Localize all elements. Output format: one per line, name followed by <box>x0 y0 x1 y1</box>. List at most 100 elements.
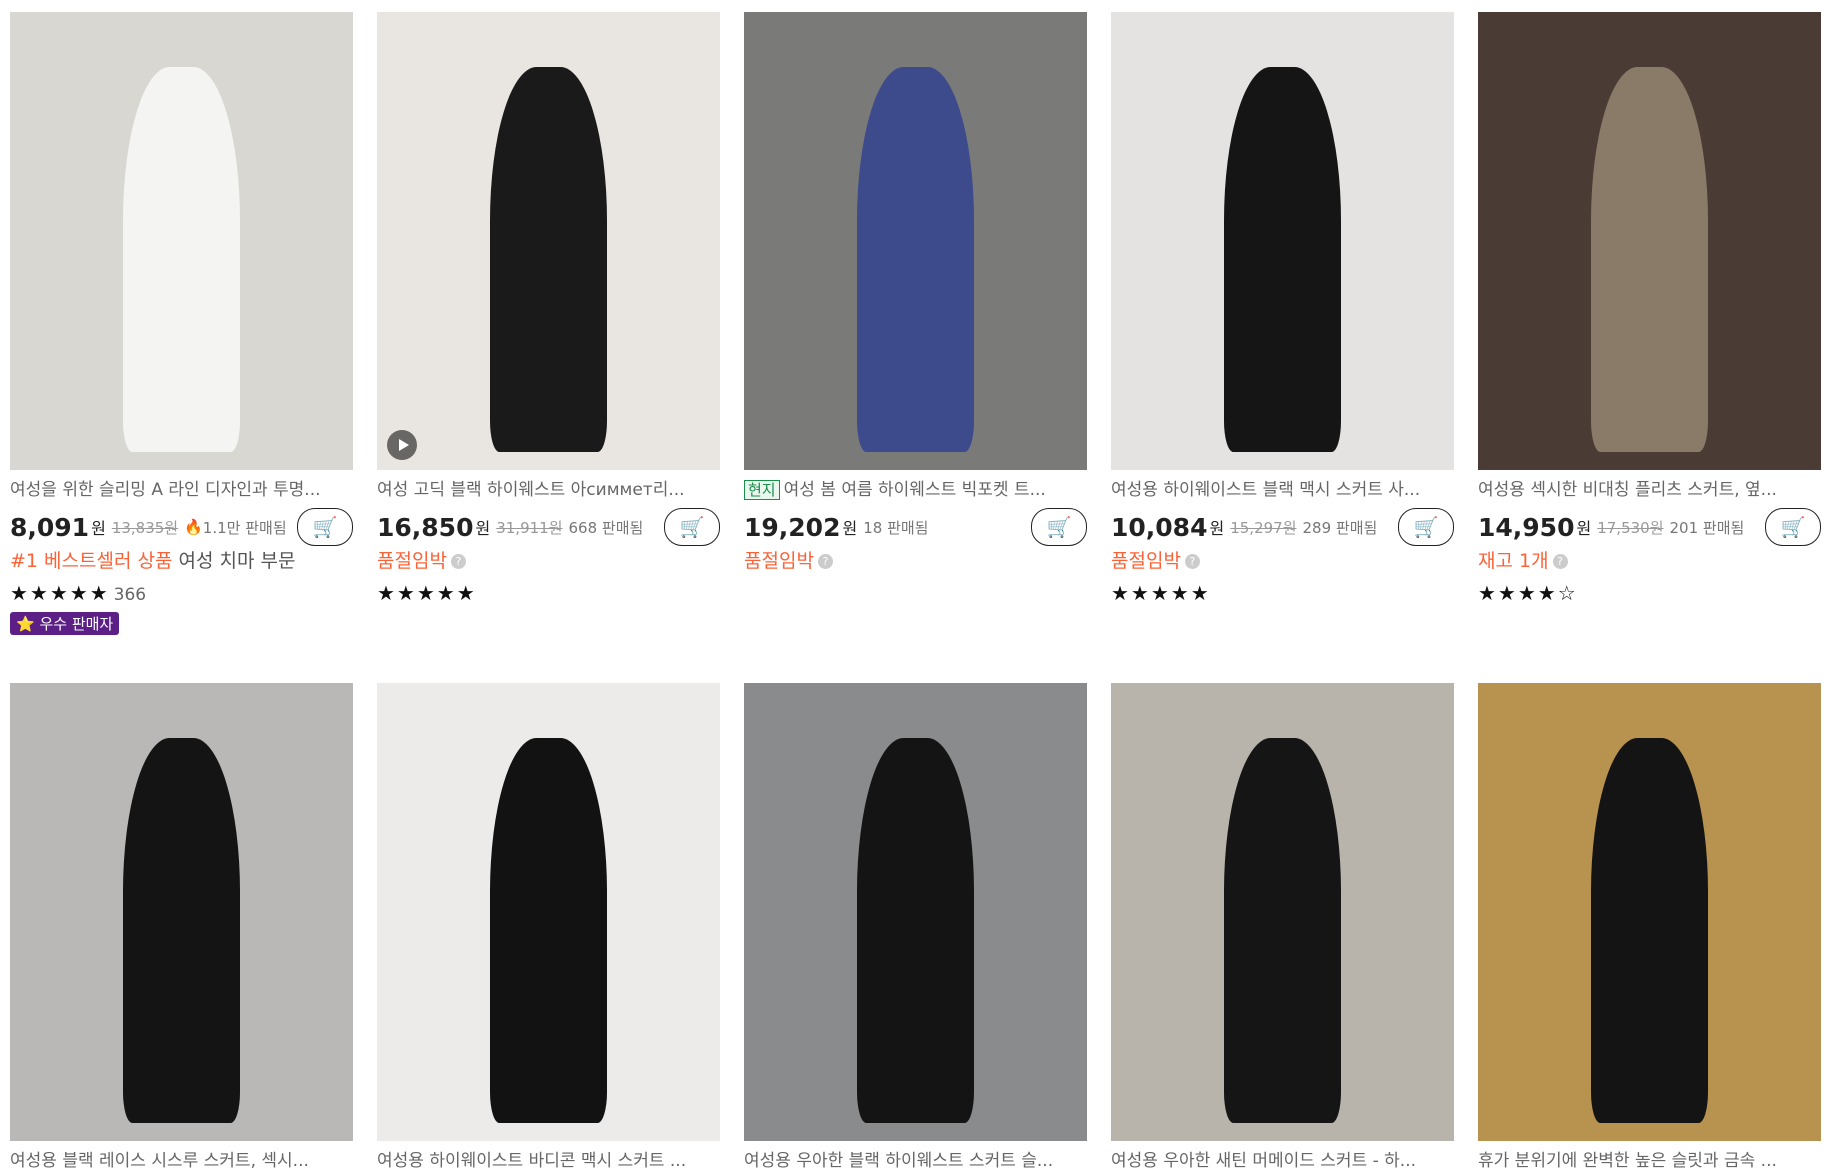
product-title[interactable]: 여성 고딕 블랙 하이웨스트 아симмет리... <box>377 478 720 502</box>
model-figure <box>123 737 240 1123</box>
add-to-cart-button[interactable]: 🛒 <box>297 508 353 546</box>
stars-icon: ★★★★★ <box>1111 581 1211 605</box>
badge-highlight: #1 베스트셀러 상품 <box>10 550 173 572</box>
model-figure <box>1591 737 1708 1123</box>
product-image[interactable] <box>744 12 1087 470</box>
original-price: 13,835원 <box>111 518 179 537</box>
local-tag: 현지 <box>744 480 780 500</box>
product-title-text: 여성을 위한 슬리밍 A 라인 디자인과 투명... <box>10 480 321 500</box>
cart-plus-icon: 🛒 <box>312 515 338 539</box>
product-title-text: 여성용 섹시한 비대칭 플리츠 스커트, 옆... <box>1478 480 1777 500</box>
original-price: 17,530원 <box>1597 518 1664 537</box>
product-card[interactable]: 휴가 분위기에 완벽한 높은 슬릿과 금속 ... <box>1478 683 1821 1173</box>
product-title-text: 여성 봄 여름 하이웨스트 빅포켓 트... <box>783 480 1046 500</box>
product-badge: 재고 1개? <box>1478 548 1821 574</box>
sold-count: 289 판매됨 <box>1302 518 1378 537</box>
stars-icon: ★★★★☆ <box>1478 581 1578 605</box>
model-figure <box>490 737 607 1123</box>
stars-icon: ★★★★★ <box>10 581 110 605</box>
product-card[interactable]: 여성용 우아한 새틴 머메이드 스커트 - 하... <box>1111 683 1454 1173</box>
star-rating: ★★★★★ 366 <box>10 580 353 606</box>
price: 14,950 <box>1478 512 1575 542</box>
product-title[interactable]: 여성용 하이웨이스트 블랙 맥시 스커트 사... <box>1111 478 1454 502</box>
product-title-text: 여성 고딕 블랙 하이웨스트 아симмет리... <box>377 480 685 500</box>
stars-icon: ★★★★★ <box>377 581 477 605</box>
help-icon[interactable]: ? <box>450 554 466 569</box>
price-row: 19,202 원 18 판매됨 🛒 <box>744 508 1087 546</box>
price: 16,850 <box>377 512 474 542</box>
play-video-icon[interactable] <box>387 430 417 460</box>
model-figure <box>1224 737 1341 1123</box>
cart-plus-icon: 🛒 <box>1046 515 1072 539</box>
currency: 원 <box>1209 519 1225 538</box>
add-to-cart-button[interactable]: 🛒 <box>1031 508 1087 546</box>
model-figure <box>1224 66 1341 452</box>
product-card[interactable]: 여성용 우아한 블랙 하이웨스트 스커트 슬... <box>744 683 1087 1173</box>
product-image[interactable] <box>1478 12 1821 470</box>
original-price: 15,297원 <box>1230 518 1297 537</box>
product-card[interactable]: 여성용 섹시한 비대칭 플리츠 스커트, 옆... 14,950 원 17,530원 2… <box>1478 12 1821 635</box>
product-image[interactable] <box>10 683 353 1141</box>
product-card[interactable]: 여성용 하이웨이스트 블랙 맥시 스커트 사... 10,084 원 15,297원 2… <box>1111 12 1454 635</box>
product-title[interactable]: 여성용 섹시한 비대칭 플리츠 스커트, 옆... <box>1478 478 1821 502</box>
add-to-cart-button[interactable]: 🛒 <box>1765 508 1821 546</box>
product-title[interactable]: 여성용 우아한 블랙 하이웨스트 스커트 슬... <box>744 1149 1087 1173</box>
product-image[interactable] <box>10 12 353 470</box>
fire-icon: 🔥 <box>184 518 203 536</box>
product-title[interactable]: 여성용 우아한 새틴 머메이드 스커트 - 하... <box>1111 1149 1454 1173</box>
product-title[interactable]: 휴가 분위기에 완벽한 높은 슬릿과 금속 ... <box>1478 1149 1821 1173</box>
star-rating: ★★★★★ <box>377 580 720 606</box>
badge-category: 여성 치마 부문 <box>178 550 296 572</box>
product-card[interactable]: 여성을 위한 슬리밍 A 라인 디자인과 투명... 8,091 원 13,835원 🔥… <box>10 12 353 635</box>
sold-count: 201 판매됨 <box>1669 518 1745 537</box>
cart-plus-icon: 🛒 <box>679 515 705 539</box>
currency: 원 <box>91 519 106 538</box>
badge-highlight: 재고 1개 <box>1478 550 1549 572</box>
price-row: 16,850 원 31,911원 668 판매됨 🛒 <box>377 508 720 546</box>
product-badge: 품절임박? <box>1111 548 1454 574</box>
help-icon[interactable]: ? <box>1552 554 1568 569</box>
product-badge: 품절임박? <box>744 548 1087 574</box>
product-card[interactable]: 현지 여성 봄 여름 하이웨스트 빅포켓 트... 19,202 원 18 판매됨 🛒 품절… <box>744 12 1087 635</box>
model-figure <box>857 66 974 452</box>
original-price: 31,911원 <box>496 518 563 537</box>
product-grid: 여성을 위한 슬리밍 A 라인 디자인과 투명... 8,091 원 13,835원 🔥… <box>10 12 1821 1173</box>
badge-highlight: 품절임박 <box>1111 550 1181 572</box>
model-figure <box>857 737 974 1123</box>
product-image[interactable] <box>377 12 720 470</box>
cart-plus-icon: 🛒 <box>1780 515 1806 539</box>
product-image[interactable] <box>1111 12 1454 470</box>
product-title[interactable]: 현지 여성 봄 여름 하이웨스트 빅포켓 트... <box>744 478 1087 502</box>
product-image[interactable] <box>1478 683 1821 1141</box>
sold-count: 1.1만 판매됨 <box>202 518 287 537</box>
product-title-text: 여성용 하이웨이스트 블랙 맥시 스커트 사... <box>1111 480 1421 500</box>
product-title-text: 여성용 우아한 블랙 하이웨스트 스커트 슬... <box>744 1151 1054 1171</box>
help-icon[interactable]: ? <box>1184 554 1200 569</box>
product-card[interactable]: 여성용 하이웨이스트 바디콘 맥시 스커트 ... <box>377 683 720 1173</box>
sold-count: 18 판매됨 <box>863 518 929 537</box>
product-title-text: 휴가 분위기에 완벽한 높은 슬릿과 금속 ... <box>1478 1151 1777 1171</box>
star-rating: ★★★★☆ <box>1478 580 1821 606</box>
model-figure <box>123 66 240 452</box>
product-title-text: 여성용 하이웨이스트 바디콘 맥시 스커트 ... <box>377 1151 687 1171</box>
price: 19,202 <box>744 512 841 542</box>
product-title[interactable]: 여성용 블랙 레이스 시스루 스커트, 섹시... <box>10 1149 353 1173</box>
product-image[interactable] <box>744 683 1087 1141</box>
help-icon[interactable]: ? <box>817 554 833 569</box>
add-to-cart-button[interactable]: 🛒 <box>1398 508 1454 546</box>
product-card[interactable]: 여성용 블랙 레이스 시스루 스커트, 섹시... <box>10 683 353 1173</box>
product-title-text: 여성용 우아한 새틴 머메이드 스커트 - 하... <box>1111 1151 1417 1171</box>
product-image[interactable] <box>377 683 720 1141</box>
product-card[interactable]: 여성 고딕 블랙 하이웨스트 아симмет리... 16,850 원 31,911원… <box>377 12 720 635</box>
sold-count: 668 판매됨 <box>568 518 644 537</box>
product-title-text: 여성용 블랙 레이스 시스루 스커트, 섹시... <box>10 1151 309 1171</box>
product-image[interactable] <box>1111 683 1454 1141</box>
currency: 원 <box>475 519 491 538</box>
product-title[interactable]: 여성용 하이웨이스트 바디콘 맥시 스커트 ... <box>377 1149 720 1173</box>
add-to-cart-button[interactable]: 🛒 <box>664 508 720 546</box>
product-badge: #1 베스트셀러 상품 여성 치마 부문 <box>10 548 353 574</box>
currency: 원 <box>842 519 858 538</box>
product-title[interactable]: 여성을 위한 슬리밍 A 라인 디자인과 투명... <box>10 478 353 502</box>
top-seller-badge: ⭐ 우수 판매자 <box>10 612 120 635</box>
badge-highlight: 품절임박 <box>744 550 814 572</box>
